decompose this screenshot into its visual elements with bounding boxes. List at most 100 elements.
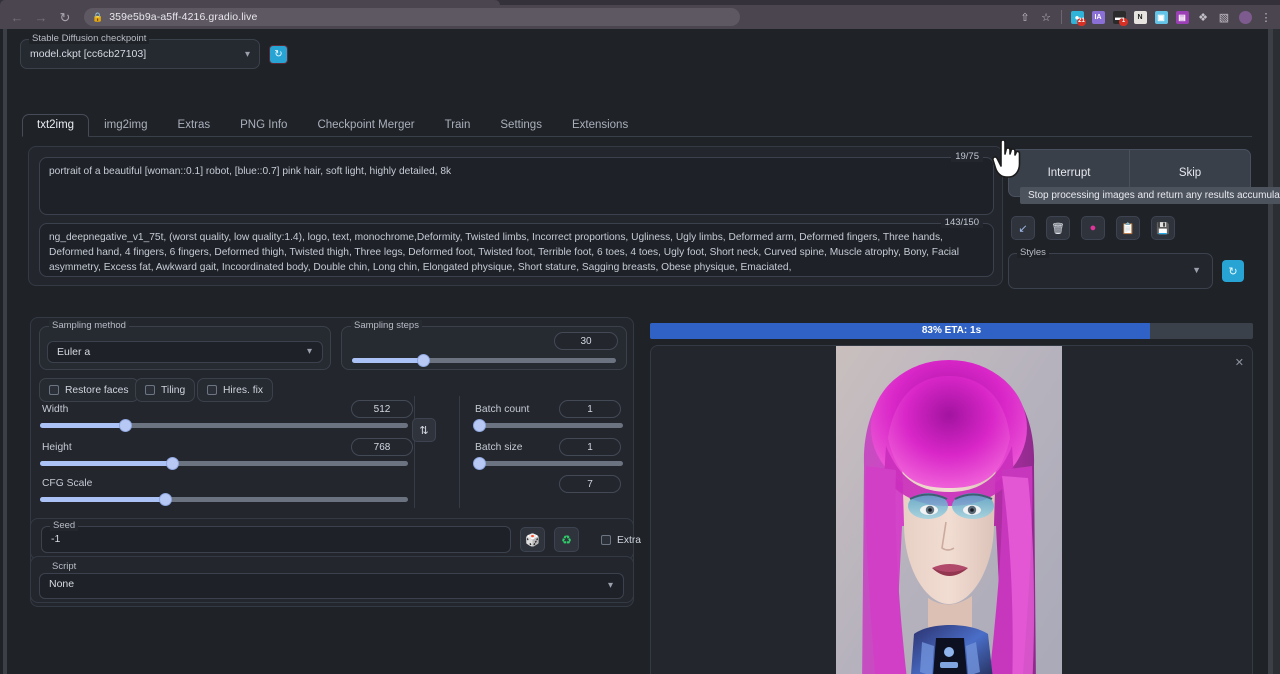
column-divider: [459, 396, 460, 508]
page-scrollbar-left[interactable]: [3, 29, 7, 674]
checkpoint-label: Stable Diffusion checkpoint: [29, 33, 149, 44]
cfg-scale-slider[interactable]: [40, 497, 408, 502]
seed-value: -1: [51, 533, 60, 545]
height-value[interactable]: 768: [351, 438, 413, 456]
checkbox-box: [207, 385, 217, 395]
profile-avatar-icon[interactable]: [1235, 7, 1255, 27]
chevron-down-icon: ▾: [307, 346, 312, 357]
bluesky-extension-icon[interactable]: ● 21: [1067, 7, 1087, 27]
restore-faces-label: Restore faces: [65, 385, 129, 396]
tab-label: PNG Info: [240, 119, 287, 131]
seed-label: Seed: [50, 520, 78, 531]
dictionary-extension-icon[interactable]: ▤: [1172, 7, 1192, 27]
paste-clipboard-icon[interactable]: 📋: [1116, 216, 1140, 240]
cfg-scale-label: CFG Scale: [42, 478, 92, 489]
checkpoint-select[interactable]: Stable Diffusion checkpoint model.ckpt […: [20, 39, 260, 69]
reload-icon[interactable]: ↻: [54, 7, 76, 27]
sampling-method-field[interactable]: Sampling method Euler a ▾: [39, 326, 331, 370]
save-style-icon[interactable]: 💾: [1151, 216, 1175, 240]
checkpoint-value: model.ckpt [cc6cb27103]: [30, 48, 146, 60]
tab-extras[interactable]: Extras: [163, 114, 226, 136]
dice-random-seed-icon[interactable]: 🎲: [520, 527, 545, 552]
tab-settings[interactable]: Settings: [485, 114, 557, 136]
share-icon[interactable]: ⇧: [1015, 7, 1035, 27]
caret-down-icon: ▼: [1192, 265, 1201, 275]
width-slider[interactable]: [40, 423, 408, 428]
generated-portrait-svg: [836, 346, 1062, 674]
script-select[interactable]: None ▾: [39, 573, 624, 599]
forward-arrow-icon[interactable]: →: [30, 7, 52, 27]
main-tabs: txt2img img2img Extras PNG Info Checkpoi…: [22, 111, 1252, 137]
restore-faces-checkbox[interactable]: Restore faces: [39, 378, 139, 402]
batch-count-slider[interactable]: [475, 423, 623, 428]
page-scrollbar-right[interactable]: [1268, 29, 1273, 674]
batch-size-slider[interactable]: [475, 461, 623, 466]
refresh-styles-button[interactable]: ↻: [1222, 260, 1244, 282]
generate-controls: Interrupt Skip Stop processing images an…: [1008, 149, 1258, 197]
chevron-down-icon: ▾: [608, 580, 613, 591]
hires-fix-checkbox[interactable]: Hires. fix: [197, 378, 273, 402]
interrupt-label: Interrupt: [1048, 167, 1091, 179]
puzzle-extensions-icon[interactable]: ❖: [1193, 7, 1213, 27]
tab-label: Train: [445, 119, 471, 131]
batch-size-value[interactable]: 1: [559, 438, 621, 456]
hires-fix-label: Hires. fix: [223, 385, 263, 396]
tab-img2img[interactable]: img2img: [89, 114, 162, 136]
tab-label: Extras: [178, 119, 211, 131]
pocket-extension-icon[interactable]: ▬ 1: [1109, 7, 1129, 27]
extra-seed-checkbox[interactable]: Extra: [597, 528, 645, 552]
cfg-scale-value[interactable]: 7: [559, 475, 621, 493]
script-panel: Script None ▾: [30, 556, 634, 603]
width-label: Width: [42, 404, 68, 415]
tab-txt2img[interactable]: txt2img: [22, 114, 89, 137]
negative-prompt-input[interactable]: ng_deepnegative_v1_75t, (worst quality, …: [39, 223, 994, 277]
image-extension-icon[interactable]: ▣: [1151, 7, 1171, 27]
prompt-tool-buttons: ↙ 🗑 ● 📋 💾: [1011, 216, 1175, 240]
close-icon[interactable]: ✕: [1235, 356, 1244, 369]
sidebar-icon[interactable]: ▧: [1214, 7, 1234, 27]
styles-select[interactable]: Styles ▼: [1008, 253, 1213, 289]
recycle-seed-icon[interactable]: ♻: [554, 527, 579, 552]
star-icon[interactable]: ☆: [1036, 7, 1056, 27]
tab-label: Extensions: [572, 119, 628, 131]
page-scrollbar-track: [1273, 29, 1280, 674]
tab-label: Checkpoint Merger: [317, 119, 414, 131]
tab-png-info[interactable]: PNG Info: [225, 114, 302, 136]
extra-seed-label: Extra: [617, 535, 641, 546]
swap-dimensions-icon[interactable]: ⇅: [412, 418, 436, 442]
refresh-checkpoints-button[interactable]: ↻: [270, 46, 287, 63]
sampling-method-select[interactable]: Euler a ▾: [47, 341, 323, 363]
kebab-menu-icon[interactable]: ⋮: [1256, 7, 1276, 27]
tiling-checkbox[interactable]: Tiling: [135, 378, 195, 402]
restore-progress-icon[interactable]: ↙: [1011, 216, 1035, 240]
extra-networks-icon[interactable]: ●: [1081, 216, 1105, 240]
width-value[interactable]: 512: [351, 400, 413, 418]
tab-checkpoint-merger[interactable]: Checkpoint Merger: [302, 114, 429, 136]
checkbox-box: [601, 535, 611, 545]
prompt-input[interactable]: portrait of a beautiful [woman::0.1] rob…: [39, 157, 994, 215]
skip-label: Skip: [1179, 167, 1201, 179]
tiling-label: Tiling: [161, 385, 185, 396]
ia-extension-icon[interactable]: IA: [1088, 7, 1108, 27]
tab-label: txt2img: [37, 119, 74, 131]
generated-image[interactable]: [836, 346, 1062, 674]
batch-count-value[interactable]: 1: [559, 400, 621, 418]
sampling-steps-value[interactable]: 30: [554, 332, 618, 350]
prompt-text: portrait of a beautiful [woman::0.1] rob…: [49, 164, 983, 179]
clear-prompt-trash-icon[interactable]: 🗑: [1046, 216, 1070, 240]
negative-prompt-token-count: 143/150: [941, 217, 983, 228]
sampling-steps-slider[interactable]: [352, 358, 616, 363]
back-arrow-icon[interactable]: ←: [6, 7, 28, 27]
bluesky-badge: 21: [1077, 18, 1086, 26]
height-slider[interactable]: [40, 461, 408, 466]
tab-train[interactable]: Train: [430, 114, 486, 136]
seed-input[interactable]: Seed -1: [41, 526, 511, 553]
prompt-token-count: 19/75: [951, 151, 983, 162]
toolbar-divider: [1061, 10, 1062, 24]
address-bar[interactable]: 🔒 359e5b9a-a5ff-4216.gradio.live: [84, 8, 740, 26]
sampling-steps-field: Sampling steps 30: [341, 326, 627, 370]
interrupt-tooltip: Stop processing images and return any re…: [1020, 187, 1280, 204]
batch-count-label: Batch count: [475, 404, 529, 415]
notion-extension-icon[interactable]: N: [1130, 7, 1150, 27]
tab-extensions[interactable]: Extensions: [557, 114, 643, 136]
